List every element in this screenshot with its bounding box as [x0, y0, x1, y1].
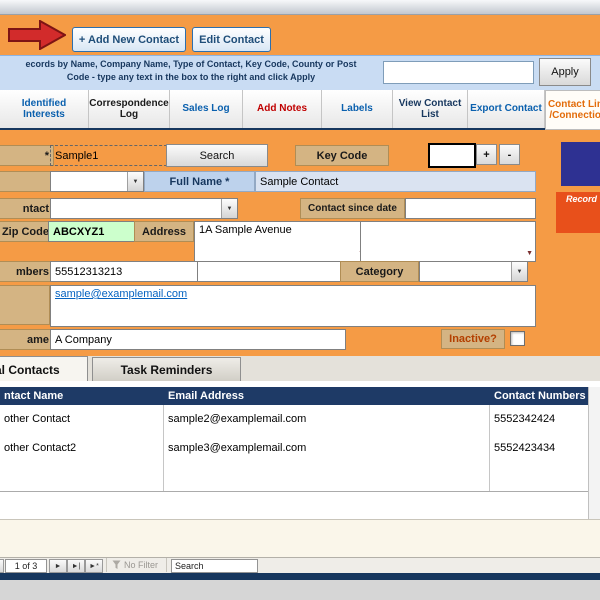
last-record-button[interactable]: ►| — [67, 559, 85, 573]
new-record-button[interactable]: ►* — [85, 559, 103, 573]
zip-code-field[interactable]: ABCXYZ1 — [48, 221, 141, 242]
nav-identified-interests-button[interactable]: Identified Interests — [0, 90, 89, 128]
cell-email-address[interactable]: sample2@examplemail.com — [168, 405, 306, 433]
nav-sales-log-button[interactable]: Sales Log — [170, 90, 243, 128]
record-search-input[interactable]: Search — [171, 559, 258, 573]
filter-text-input[interactable] — [383, 61, 534, 84]
tab-task-reminders[interactable]: Task Reminders — [92, 357, 241, 383]
full-name-field[interactable]: Sample Contact — [255, 171, 536, 192]
nav-export-contact-button[interactable]: Export Contact — [468, 90, 545, 128]
nav-correspondence-log-button[interactable]: Correspondence Log — [89, 90, 170, 128]
window-titlebar — [0, 0, 600, 15]
window-bottom-bar — [0, 573, 600, 580]
category-label: Category — [340, 261, 419, 282]
contact-numbers-label: mbers — [0, 261, 54, 282]
desktop-area — [0, 580, 600, 600]
nav-view-contact-list-button[interactable]: View Contact List — [393, 90, 468, 128]
edit-contact-button[interactable]: Edit Contact — [192, 27, 271, 52]
search-button[interactable]: Search — [166, 144, 268, 167]
email-label — [0, 285, 50, 325]
nav-button-row: Identified Interests Correspondence Log … — [0, 90, 600, 130]
chevron-down-icon[interactable]: ▼ — [511, 262, 527, 281]
address-value: 1A Sample Avenue — [199, 224, 292, 236]
email-link[interactable]: sample@examplemail.com — [55, 288, 187, 300]
navigator-divider — [166, 558, 167, 572]
cell-contact-name[interactable]: other Contact2 — [4, 434, 76, 462]
filter-status[interactable]: No Filter — [112, 558, 158, 572]
address-label: Address — [134, 221, 194, 242]
filter-status-label: No Filter — [124, 560, 159, 570]
company-name-label: ame — [0, 329, 54, 350]
type-of-contact-label: ntact — [0, 198, 54, 219]
previous-record-button[interactable] — [0, 559, 4, 573]
cell-email-address[interactable]: sample3@examplemail.com — [168, 434, 306, 462]
column-header-email-address: Email Address — [168, 390, 245, 402]
navigator-divider — [106, 558, 107, 572]
key-code-label: Key Code — [295, 145, 389, 166]
category-dropdown[interactable]: ▼ — [419, 261, 528, 282]
logo-box — [561, 142, 600, 186]
title-dropdown[interactable]: ▼ — [50, 171, 144, 192]
filter-instructions-line1: ecords by Name, Company Name, Type of Co… — [25, 59, 357, 69]
subform-tab-strip — [0, 356, 600, 381]
chevron-down-icon[interactable]: ▼ — [526, 250, 533, 257]
app-window: + Add New Contact Edit Contact ecords by… — [0, 0, 600, 600]
table-row-empty[interactable] — [0, 463, 588, 492]
key-code-minus-button[interactable]: - — [499, 144, 520, 165]
address-field-2[interactable]: ▼ — [360, 221, 536, 262]
chevron-down-icon[interactable]: ▼ — [221, 199, 237, 218]
chevron-down-icon[interactable]: ▼ — [127, 172, 143, 191]
contact-since-date-input[interactable] — [405, 198, 536, 219]
address-field-1[interactable]: 1A Sample Avenue ▼ — [194, 221, 368, 262]
type-of-contact-dropdown[interactable]: ▼ — [50, 198, 238, 219]
next-record-button[interactable]: ► — [49, 559, 67, 573]
zip-code-label: Zip Code — [0, 221, 54, 242]
title-label — [0, 171, 54, 192]
table-scrollbar[interactable] — [588, 387, 600, 519]
column-divider — [163, 405, 164, 491]
nav-contact-links-button[interactable]: Contact Links /Connections — [545, 90, 600, 130]
inactive-checkbox[interactable] — [510, 331, 525, 346]
cell-contact-numbers[interactable]: 5552423434 — [494, 434, 555, 462]
inactive-label: Inactive? — [441, 329, 505, 349]
column-header-contact-numbers: Contact Numbers — [494, 390, 586, 402]
quick-search-label: * — [0, 145, 54, 166]
full-name-label: Full Name * — [144, 171, 255, 192]
table-row[interactable]: other Contact sample2@examplemail.com 55… — [0, 405, 588, 435]
column-divider — [489, 405, 490, 491]
column-header-contact-name: ntact Name — [4, 390, 64, 402]
filter-instructions: ecords by Name, Company Name, Type of Co… — [0, 58, 382, 84]
quick-search-input[interactable]: Sample1 — [50, 145, 172, 166]
record-position-box[interactable]: 1 of 3 — [5, 559, 47, 573]
key-code-plus-button[interactable]: + — [476, 144, 497, 165]
apply-button[interactable]: Apply — [539, 58, 591, 86]
form-footer-area — [0, 519, 600, 558]
nav-labels-button[interactable]: Labels — [322, 90, 393, 128]
contact-since-date-label: Contact since date — [300, 198, 405, 219]
filter-funnel-icon — [112, 560, 121, 569]
contact-number-input-2[interactable] — [197, 261, 346, 282]
red-arrow-icon — [8, 20, 66, 50]
contact-number-input-1[interactable]: 55512313213 — [50, 261, 207, 282]
tab-additional-contacts[interactable]: onal Contacts — [0, 356, 88, 382]
nav-add-notes-button[interactable]: Add Notes — [243, 90, 322, 128]
email-field[interactable]: sample@examplemail.com — [50, 285, 536, 327]
key-code-input[interactable] — [428, 143, 476, 168]
cell-contact-name[interactable]: other Contact — [4, 405, 70, 433]
table-header-row: ntact Name Email Address Contact Numbers — [0, 387, 588, 405]
filter-instructions-line2: Code - type any text in the box to the r… — [66, 72, 316, 82]
cell-contact-numbers[interactable]: 5552342424 — [494, 405, 555, 433]
record-badge: Record — [556, 192, 600, 233]
company-name-input[interactable]: A Company — [50, 329, 346, 350]
add-new-contact-button[interactable]: + Add New Contact — [72, 27, 186, 52]
table-row[interactable]: other Contact2 sample3@examplemail.com 5… — [0, 434, 588, 464]
